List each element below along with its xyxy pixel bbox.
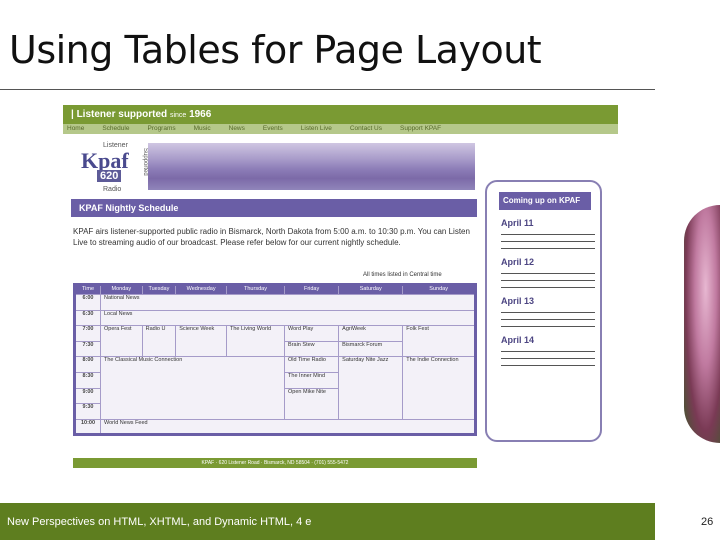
program-cell: Science Week	[175, 325, 227, 358]
site-top-bar: | Listener supported since 1966	[63, 105, 618, 124]
divider	[501, 312, 595, 313]
divider	[501, 241, 595, 242]
program-cell: Local News	[100, 309, 476, 327]
col-header: Friday	[284, 284, 340, 295]
table-row: 6:30 Local News	[74, 309, 476, 327]
nav-news[interactable]: News	[229, 124, 245, 134]
time-cell: 6:30	[74, 309, 101, 327]
divider	[501, 358, 595, 359]
logo-frequency: 620	[97, 170, 122, 182]
footer-text: New Perspectives on HTML, XHTML, and Dyn…	[7, 516, 312, 528]
site-nav: Home Schedule Programs Music News Events…	[63, 124, 618, 134]
coming-up-item: April 14	[501, 335, 600, 366]
time-cell: 8:00	[74, 356, 101, 373]
col-header: Tuesday	[141, 284, 177, 295]
time-cell: 8:30	[74, 371, 101, 389]
coming-up-item: April 11	[501, 218, 600, 249]
divider	[501, 280, 595, 281]
col-header: Thursday	[225, 284, 286, 295]
table-row: 10:00 World News Feed	[74, 418, 476, 436]
logo-radio: Radio	[103, 186, 122, 193]
time-cell: 7:00	[74, 325, 101, 342]
banner-photo	[148, 143, 475, 190]
col-header: Saturday	[338, 284, 404, 295]
nav-music[interactable]: Music	[194, 124, 211, 134]
time-cell: 9:30	[74, 403, 101, 420]
site-tagline: | Listener supported	[71, 109, 168, 120]
nav-support[interactable]: Support KPAF	[400, 124, 441, 134]
site-since: since	[169, 112, 187, 119]
time-cell: 6:00	[74, 294, 101, 311]
col-header: Sunday	[402, 284, 476, 295]
title-divider	[0, 89, 655, 90]
program-cell: Saturday Nite Jazz	[338, 356, 404, 420]
schedule-heading: KPAF Nightly Schedule	[71, 199, 477, 217]
divider	[501, 351, 595, 352]
divider	[501, 287, 595, 288]
slide-title: Using Tables for Page Layout	[9, 28, 542, 72]
divider	[501, 273, 595, 274]
site-year: 1966	[189, 109, 212, 120]
coming-up-date: April 14	[501, 335, 535, 345]
program-cell: World News Feed	[100, 418, 476, 436]
program-cell: The Indie Connection	[402, 356, 476, 420]
program-cell: National News	[100, 294, 476, 311]
nav-events[interactable]: Events	[263, 124, 283, 134]
table-row: 8:00 The Classical Music Connection Old …	[74, 356, 476, 420]
col-header: Time	[74, 284, 101, 295]
page-number: 26	[701, 516, 714, 528]
time-cell: 7:30	[74, 340, 101, 358]
program-cell: Radio U	[141, 325, 177, 358]
kpaf-logo: Listener Kpaf 620 Radio Supported	[77, 142, 148, 194]
divider	[501, 319, 595, 320]
coming-up-heading: Coming up on KPAF	[499, 192, 591, 210]
program-cell: Opera Fest	[100, 325, 143, 358]
schedule-header-row: Time Monday Tuesday Wednesday Thursday F…	[74, 284, 476, 295]
program-cell: The Living World	[225, 325, 286, 358]
program-cell: Word Play	[284, 325, 340, 342]
table-row: 6:00 National News	[74, 294, 476, 311]
coming-up-date: April 12	[501, 257, 535, 267]
program-cell: Open Mike Nite	[284, 387, 340, 420]
coming-up-panel: Coming up on KPAF April 11 April 12 Apri…	[485, 180, 602, 442]
col-header: Wednesday	[175, 284, 227, 295]
coming-up-date: April 11	[501, 218, 534, 228]
program-cell: Old Time Radio	[284, 356, 340, 373]
site-footer: KPAF · 620 Listener Road · Bismarck, ND …	[73, 458, 477, 468]
nav-contact-us[interactable]: Contact Us	[350, 124, 382, 134]
all-times-note: All times listed in Central time	[363, 272, 442, 278]
time-cell: 9:00	[74, 387, 101, 405]
program-cell: Bismarck Forum	[338, 340, 404, 358]
time-cell: 10:00	[74, 418, 101, 436]
program-cell: Folk Fest	[402, 325, 476, 358]
schedule-table: Time Monday Tuesday Wednesday Thursday F…	[73, 283, 477, 437]
program-cell: The Classical Music Connection	[99, 356, 286, 420]
divider	[501, 365, 595, 366]
divider	[501, 234, 595, 235]
coming-up-date: April 13	[501, 296, 535, 306]
nav-home[interactable]: Home	[67, 124, 84, 134]
program-cell: The Inner Mind	[284, 371, 340, 389]
kpaf-screenshot: | Listener supported since 1966 Home Sch…	[63, 105, 625, 475]
flower-image	[684, 205, 720, 443]
coming-up-item: April 13	[501, 296, 600, 327]
coming-up-item: April 12	[501, 257, 600, 288]
program-cell: Brain Stew	[284, 340, 340, 358]
nav-programs[interactable]: Programs	[147, 124, 175, 134]
table-row: 7:00 Opera Fest Radio U Science Week The…	[74, 325, 476, 358]
nav-listen-live[interactable]: Listen Live	[301, 124, 332, 134]
divider	[501, 326, 595, 327]
nav-schedule[interactable]: Schedule	[102, 124, 129, 134]
intro-text: KPAF airs listener-supported public radi…	[73, 227, 470, 247]
divider	[501, 248, 595, 249]
program-cell: AgriWeek	[338, 325, 404, 342]
col-header: Monday	[100, 284, 143, 295]
